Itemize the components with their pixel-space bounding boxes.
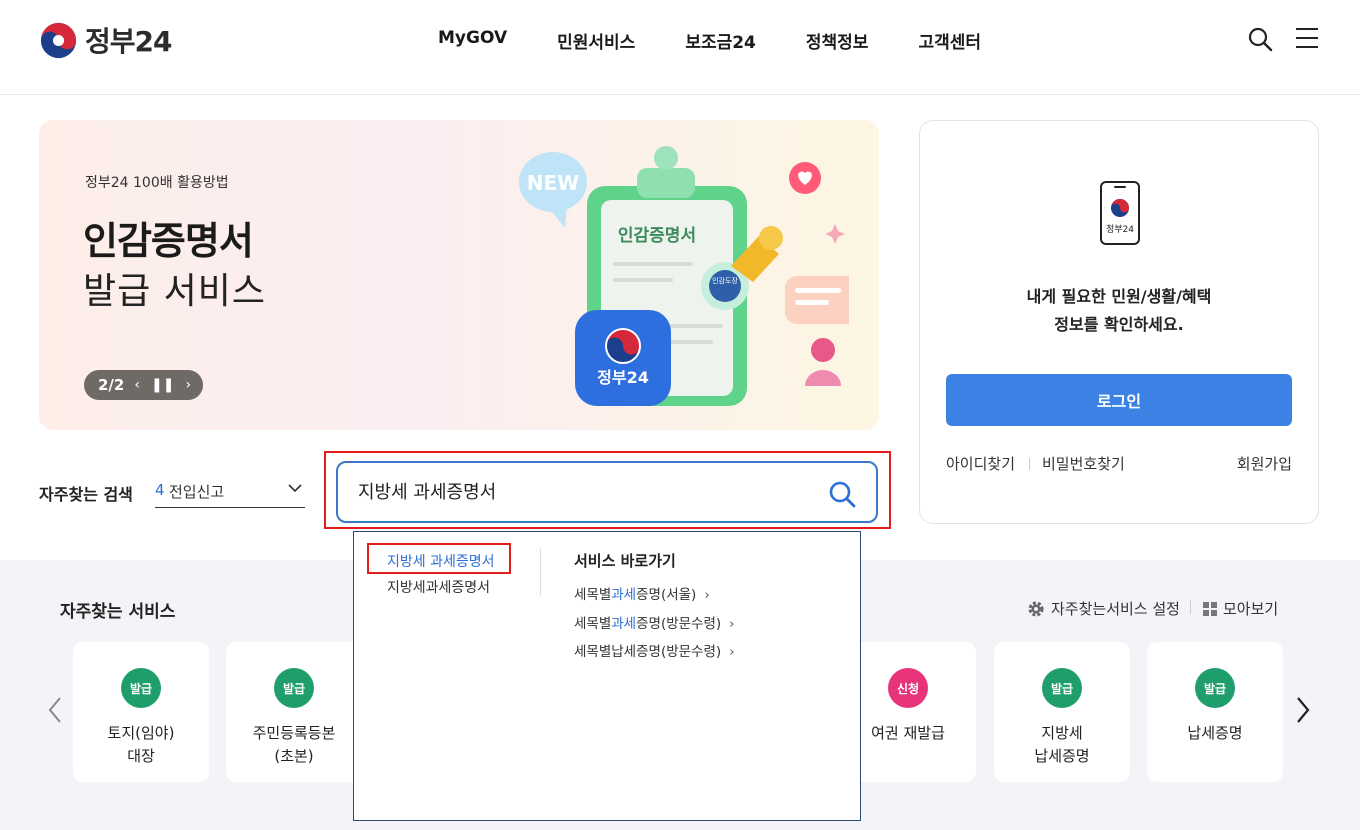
card-badge: 발급 [1042,668,1082,708]
search-icon[interactable] [1247,26,1273,52]
dropdown-divider [540,548,541,596]
favorites-setting-button[interactable]: 자주찾는서비스 설정 [1027,598,1180,619]
service-card-land-register[interactable]: 발급 토지(임야) 대장 [73,642,209,782]
banner-pager: 2/2 ‹ ❚❚ › [84,370,203,400]
chevron-right-icon: › [704,587,710,603]
shortcut-link[interactable]: 세목별과세증명(서울) › [574,583,710,603]
card-label-line2: (초본) [274,747,314,765]
shortcut-link[interactable]: 세목별납세증명(방문수령) › [574,640,735,660]
chevron-down-icon [288,484,302,493]
card-badge: 신청 [888,668,928,708]
nav-civil-service[interactable]: 민원서비스 [557,28,635,53]
suggestion-item[interactable]: 지방세 과세증명서 [387,551,495,571]
search-input[interactable] [358,480,808,501]
login-message-line1: 내게 필요한 민원/생활/혜택 [1026,287,1212,306]
carousel-next-icon[interactable] [1294,696,1312,724]
shortcut-text: 세목별납세증명(방문수령) [574,644,722,660]
banner-kicker: 정부24 100배 활용방법 [85,175,229,191]
card-badge: 발급 [121,668,161,708]
mobile-app-icon: 정부24 [1100,181,1140,245]
card-label-line1: 토지(임야) [107,724,175,742]
promo-banner[interactable]: 정부24 100배 활용방법 인감증명서 발급 서비스 2/2 ‹ ❚❚ › N… [39,120,879,430]
login-panel: 정부24 내게 필요한 민원/생활/혜택 정보를 확인하세요. 로그인 아이디찾… [919,120,1319,524]
hamburger-menu-icon[interactable] [1296,28,1318,50]
nav-policy-info[interactable]: 정책정보 [806,28,869,53]
banner-page-indicator: 2/2 [98,376,125,394]
card-label: 주민등록등본 (초본) [226,722,362,768]
card-label-line1: 지방세 [1041,724,1083,742]
shortcut-text: 세목별 [574,587,612,603]
service-card-resident-register[interactable]: 발급 주민등록등본 (초본) [226,642,362,782]
site-header: 정부24 MyGOV 민원서비스 보조금24 정책정보 고객센터 [0,0,1360,95]
card-label-line2: 대장 [127,747,155,765]
doc-title-text: 인감증명서 [618,226,696,246]
main-nav: MyGOV 민원서비스 보조금24 정책정보 고객센터 [438,28,981,53]
shortcut-link[interactable]: 세목별과세증명(방문수령) › [574,612,735,632]
search-box [336,461,878,523]
card-label: 지방세 납세증명 [994,722,1130,768]
frequent-search-rank: 4 [155,481,165,499]
search-submit-icon[interactable] [828,480,856,508]
favorites-setting-label: 자주찾는서비스 설정 [1051,600,1180,618]
card-badge: 발급 [1195,668,1235,708]
link-divider [1029,458,1030,470]
card-badge: 발급 [274,668,314,708]
banner-title-regular: 발급 서비스 [83,271,267,312]
view-all-label: 모아보기 [1223,600,1279,618]
banner-pause-icon[interactable]: ❚❚ [151,377,174,393]
card-label-line1: 주민등록등본 [252,724,336,742]
signup-link[interactable]: 회원가입 [1237,453,1292,474]
logo-text: 정부24 [85,25,172,58]
shortcut-text: 세목별 [574,616,612,632]
card-label-line2: 납세증명 [1034,747,1090,765]
app-tile-text: 정부24 [597,368,649,387]
shortcut-text: 증명(방문수령) [636,616,722,632]
nav-mygov[interactable]: MyGOV [438,28,507,53]
banner-title-bold: 인감증명서 [83,219,254,263]
gear-icon [1028,601,1044,616]
card-label-line1: 납세증명 [1187,724,1243,742]
banner-prev-icon[interactable]: ‹ [134,377,140,393]
grid-icon [1203,601,1217,616]
view-all-button[interactable]: 모아보기 [1203,598,1278,619]
find-password-link[interactable]: 비밀번호찾기 [1042,453,1125,474]
chevron-right-icon: › [729,616,735,632]
find-id-link[interactable]: 아이디찾기 [946,453,1015,474]
suggestion-item[interactable]: 지방세과세증명서 [387,577,490,597]
stamp-text: 인감도장 [712,276,738,285]
carousel-prev-icon[interactable] [46,696,64,724]
service-card-local-tax-payment[interactable]: 발급 지방세 납세증명 [994,642,1130,782]
search-autocomplete-dropdown: 지방세 과세증명서 지방세과세증명서 서비스 바로가기 세목별과세증명(서울) ›… [353,531,861,821]
favorites-divider [1190,600,1191,614]
banner-illustration: NEW 인감증명서 인감도장 정부24 [519,146,849,406]
phone-app-label: 정부24 [1106,224,1134,235]
shortcut-match: 과세 [611,616,637,632]
login-message-line2: 정보를 확인하세요. [1054,315,1184,334]
shortcut-match: 과세 [611,587,637,603]
site-logo[interactable]: 정부24 [40,20,172,60]
shortcut-text: 증명(서울) [636,587,697,603]
frequent-search-value: 전입신고 [169,483,225,501]
frequent-search-label: 자주찾는 검색 [39,485,133,504]
nav-customer-center[interactable]: 고객센터 [918,28,981,53]
card-label: 납세증명 [1147,722,1283,745]
shortcut-heading: 서비스 바로가기 [574,552,676,570]
favorites-title: 자주찾는 서비스 [60,602,176,622]
service-card-tax-payment[interactable]: 발급 납세증명 [1147,642,1283,782]
login-button[interactable]: 로그인 [946,374,1292,426]
banner-next-icon[interactable]: › [185,377,191,393]
new-bubble-text: NEW [527,171,579,195]
nav-subsidy24[interactable]: 보조금24 [685,28,756,53]
card-label: 토지(임야) 대장 [73,722,209,768]
frequent-search-select[interactable]: 4 전입신고 [155,476,305,508]
taegeuk-logo-icon [40,22,77,58]
chevron-right-icon: › [729,644,735,660]
